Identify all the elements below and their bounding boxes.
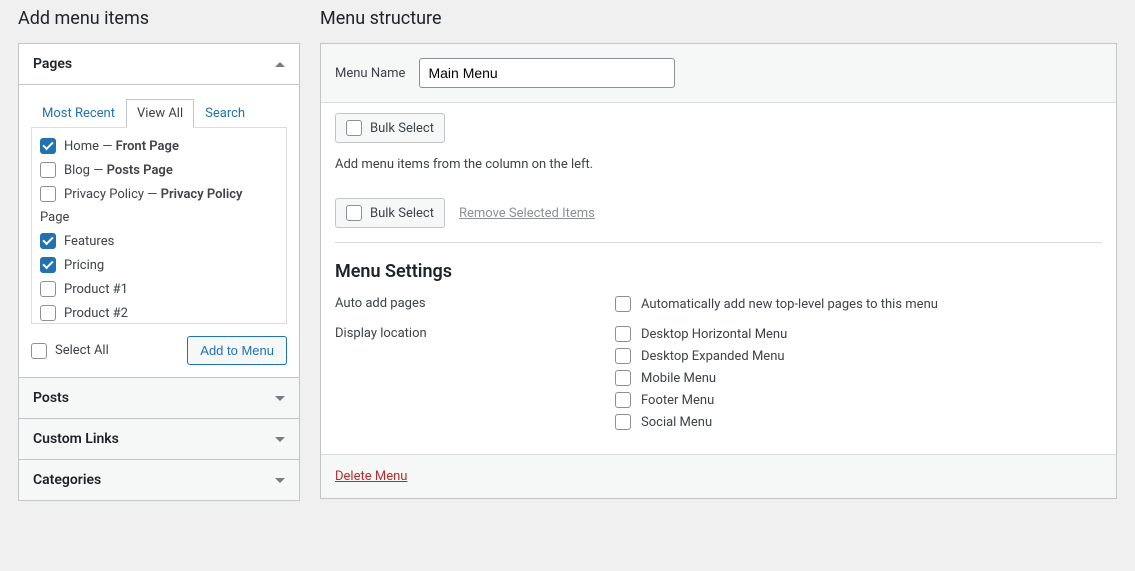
location-option: Desktop Expanded Menu — [641, 349, 785, 364]
location-checkbox[interactable] — [615, 348, 631, 364]
page-item[interactable]: Blog — Posts Page — [40, 158, 278, 182]
auto-add-option: Automatically add new top-level pages to… — [641, 297, 938, 312]
checkbox[interactable] — [40, 162, 56, 178]
chevron-down-icon — [275, 437, 285, 442]
accordion-posts-label: Posts — [33, 390, 69, 406]
location-checkbox[interactable] — [615, 414, 631, 430]
page-item[interactable]: Features — [40, 229, 278, 253]
remove-selected-link: Remove Selected Items — [459, 206, 595, 221]
pages-list[interactable]: Home — Front Page Blog — Posts Page Priv… — [31, 127, 287, 324]
checkbox[interactable] — [40, 257, 56, 273]
page-label: Home — [64, 139, 99, 154]
page-label: Features — [64, 234, 114, 249]
bulk-select-bottom[interactable]: Bulk Select — [335, 198, 445, 228]
page-label: Product #1 — [64, 282, 128, 297]
checkbox[interactable] — [40, 138, 56, 154]
checkbox[interactable] — [40, 186, 56, 202]
add-to-menu-button[interactable]: Add to Menu — [187, 336, 287, 365]
checkbox[interactable] — [40, 233, 56, 249]
tab-view-all[interactable]: View All — [126, 99, 194, 128]
accordion-categories-header[interactable]: Categories — [19, 459, 299, 500]
accordion-custom-links-label: Custom Links — [33, 431, 119, 447]
location-option: Mobile Menu — [641, 371, 716, 386]
add-items-title: Add menu items — [18, 0, 300, 43]
chevron-up-icon — [275, 62, 285, 67]
menu-panel: Menu Name Bulk Select Add menu items fro… — [320, 43, 1117, 499]
page-tabs: Most Recent View All Search — [31, 99, 287, 127]
page-label: Blog — [64, 163, 90, 178]
tab-search[interactable]: Search — [194, 99, 256, 128]
accordion-pages-header[interactable]: Pages — [19, 44, 299, 85]
page-label: Pricing — [64, 258, 104, 273]
page-item[interactable]: Product #2 — [40, 301, 278, 324]
checkbox[interactable] — [40, 281, 56, 297]
accordion-pages-body: Most Recent View All Search Home — Front… — [19, 85, 299, 377]
divider — [335, 242, 1102, 243]
select-all-checkbox[interactable] — [31, 343, 47, 359]
menu-name-input[interactable] — [419, 58, 675, 88]
checkbox[interactable] — [40, 305, 56, 321]
bulk-select-top[interactable]: Bulk Select — [335, 113, 445, 143]
chevron-down-icon — [275, 396, 285, 401]
location-checkbox[interactable] — [615, 370, 631, 386]
accordion-pages-label: Pages — [33, 56, 72, 72]
tab-most-recent[interactable]: Most Recent — [31, 99, 126, 128]
accordion-custom-links-header[interactable]: Custom Links — [19, 418, 299, 459]
auto-add-label: Auto add pages — [335, 296, 615, 311]
page-item[interactable]: Product #1 — [40, 277, 278, 301]
bulk-select-label: Bulk Select — [370, 121, 434, 136]
empty-hint: Add menu items from the column on the le… — [335, 157, 1102, 172]
menu-structure-title: Menu structure — [320, 0, 1117, 43]
pages-subhead: Page — [40, 206, 278, 229]
menu-settings-title: Menu Settings — [335, 261, 1102, 282]
page-label: Product #2 — [64, 306, 128, 321]
delete-menu-link[interactable]: Delete Menu — [335, 469, 407, 484]
accordion-categories-label: Categories — [33, 472, 101, 488]
location-option: Desktop Horizontal Menu — [641, 327, 787, 342]
bulk-select-label: Bulk Select — [370, 206, 434, 221]
chevron-down-icon — [275, 478, 285, 483]
accordion-posts-header[interactable]: Posts — [19, 377, 299, 418]
location-option: Social Menu — [641, 415, 712, 430]
page-label: Privacy Policy — [64, 187, 144, 202]
checkbox[interactable] — [346, 205, 362, 221]
location-checkbox[interactable] — [615, 392, 631, 408]
location-option: Footer Menu — [641, 393, 714, 408]
menu-name-label: Menu Name — [335, 66, 405, 81]
auto-add-checkbox[interactable] — [615, 296, 631, 312]
select-all-label: Select All — [55, 343, 109, 358]
page-item[interactable]: Pricing — [40, 253, 278, 277]
location-checkbox[interactable] — [615, 326, 631, 342]
accordion-container: Pages Most Recent View All Search Home —… — [18, 43, 300, 501]
page-item[interactable]: Privacy Policy — Privacy Policy — [40, 182, 278, 206]
page-item[interactable]: Home — Front Page — [40, 134, 278, 158]
display-location-label: Display location — [335, 326, 615, 341]
checkbox[interactable] — [346, 120, 362, 136]
